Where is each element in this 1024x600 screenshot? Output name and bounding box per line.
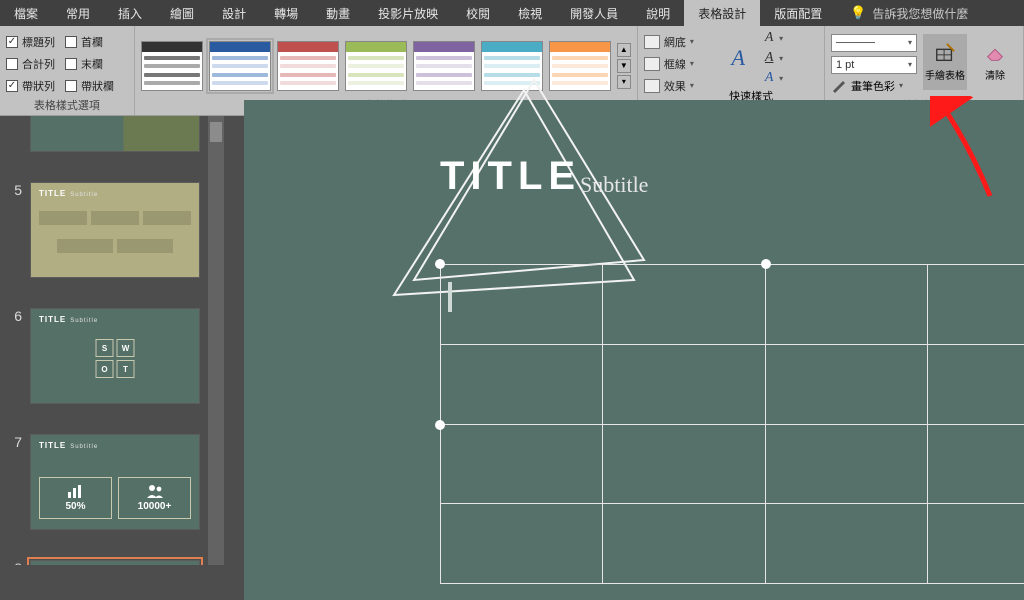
slide-thumb-7[interactable]: TITLESubtitle 50% 10000+ [30, 434, 200, 530]
tell-me-label: 告訴我您想做什麼 [872, 5, 968, 22]
table-style-6[interactable] [481, 41, 543, 91]
checkbox-banded-col[interactable]: 帶狀欄 [65, 78, 114, 94]
text-effects-icon: A [761, 70, 777, 86]
selection-handle[interactable] [435, 259, 445, 269]
tab-draw[interactable]: 繪圖 [156, 0, 208, 26]
pen-color-button[interactable]: 畫筆色彩▾ [831, 78, 917, 94]
tab-strip: 檔案 常用 插入 繪圖 設計 轉場 動畫 投影片放映 校閱 檢視 開發人員 說明… [0, 0, 1024, 26]
slide-number: 7 [8, 434, 22, 530]
effects-button[interactable]: 效果▾ [644, 78, 694, 94]
table-style-5[interactable] [413, 41, 475, 91]
checkbox-total-row[interactable]: 合計列 [6, 56, 55, 72]
tab-slideshow[interactable]: 投影片放映 [364, 0, 452, 26]
text-fill-icon: A [761, 30, 777, 46]
pen-icon [831, 79, 847, 93]
table-style-gallery: ▲ ▼ ▾ [141, 41, 631, 91]
tab-home[interactable]: 常用 [52, 0, 104, 26]
tab-developer[interactable]: 開發人員 [556, 0, 632, 26]
text-effects-button[interactable]: A▾ [761, 70, 783, 86]
tab-insert[interactable]: 插入 [104, 0, 156, 26]
people-icon [144, 484, 166, 498]
effects-icon [644, 79, 660, 93]
pen-weight-combo[interactable]: 1 pt▾ [831, 56, 917, 74]
draw-table-button[interactable]: 手繪表格 [923, 34, 967, 90]
table-style-3[interactable] [277, 41, 339, 91]
slide-table[interactable] [440, 264, 1024, 584]
slide-thumb-5[interactable]: TITLESubtitle [30, 182, 200, 278]
tab-view[interactable]: 檢視 [504, 0, 556, 26]
tab-design[interactable]: 設計 [208, 0, 260, 26]
slide-subtitle[interactable]: Subtitle [580, 172, 648, 198]
selection-handle[interactable] [761, 259, 771, 269]
tab-review[interactable]: 校閱 [452, 0, 504, 26]
slide-thumb-6[interactable]: TITLESubtitle S W O T [30, 308, 200, 404]
slide-thumb-8[interactable]: TITLESubtitle [30, 560, 200, 565]
shading-button[interactable]: 網底▾ [644, 34, 694, 50]
table-style-4[interactable] [345, 41, 407, 91]
tell-me-search[interactable]: 💡 告訴我您想做什麼 [836, 0, 982, 26]
slide-number: 6 [8, 308, 22, 404]
bar-chart-icon [66, 484, 86, 498]
checkbox-header-row[interactable]: ✓標題列 [6, 34, 55, 50]
checkbox-last-col[interactable]: 末欄 [65, 56, 114, 72]
slide-number: 8 [8, 560, 22, 565]
slide-thumbnail-pane: 5 TITLESubtitle 6 TITLESubtitle S W O [0, 116, 224, 565]
eraser-icon [984, 42, 1006, 64]
table-style-1[interactable] [141, 41, 203, 91]
tab-transition[interactable]: 轉場 [260, 0, 312, 26]
tab-animation[interactable]: 動畫 [312, 0, 364, 26]
checkbox-first-col[interactable]: 首欄 [65, 34, 114, 50]
slide-editor[interactable]: TITLE Subtitle [224, 116, 1024, 565]
gallery-down-icon[interactable]: ▼ [617, 59, 631, 73]
text-cursor [448, 282, 452, 312]
tab-table-design[interactable]: 表格設計 [684, 0, 760, 26]
text-outline-button[interactable]: A▾ [761, 50, 783, 66]
group-table-style-options: ✓標題列 首欄 合計列 末欄 ✓帶狀列 帶狀欄 表格樣式選項 [0, 26, 135, 115]
borders-button[interactable]: 框線▾ [644, 56, 694, 72]
wordart-quick-styles[interactable]: A [719, 39, 757, 77]
group-label: 表格樣式選項 [6, 97, 128, 113]
table-style-2[interactable] [209, 41, 271, 91]
table-style-7[interactable] [549, 41, 611, 91]
pen-style-combo[interactable]: ─────▾ [831, 34, 917, 52]
gallery-scroll: ▲ ▼ ▾ [617, 43, 631, 89]
tab-help[interactable]: 說明 [632, 0, 684, 26]
selection-handle[interactable] [435, 420, 445, 430]
eraser-button[interactable]: 清除 [973, 34, 1017, 90]
lightbulb-icon: 💡 [850, 5, 866, 21]
checkbox-banded-row[interactable]: ✓帶狀列 [6, 78, 55, 94]
borders-icon [644, 57, 660, 71]
text-fill-button[interactable]: A▾ [761, 30, 783, 46]
slide-canvas: TITLE Subtitle [244, 100, 1024, 600]
main-area: 5 TITLESubtitle 6 TITLESubtitle S W O [0, 116, 1024, 565]
thumbnail-scrollbar[interactable] [208, 116, 224, 565]
draw-table-icon [934, 42, 956, 64]
gallery-more-icon[interactable]: ▾ [617, 75, 631, 89]
tab-file[interactable]: 檔案 [0, 0, 52, 26]
text-outline-icon: A [761, 50, 777, 66]
slide-thumb-4[interactable] [30, 116, 200, 152]
slide-title[interactable]: TITLE [440, 154, 581, 199]
paint-bucket-icon [644, 35, 660, 49]
slide-number: 5 [8, 182, 22, 278]
gallery-up-icon[interactable]: ▲ [617, 43, 631, 57]
slide-number [8, 116, 22, 152]
tab-layout[interactable]: 版面配置 [760, 0, 836, 26]
